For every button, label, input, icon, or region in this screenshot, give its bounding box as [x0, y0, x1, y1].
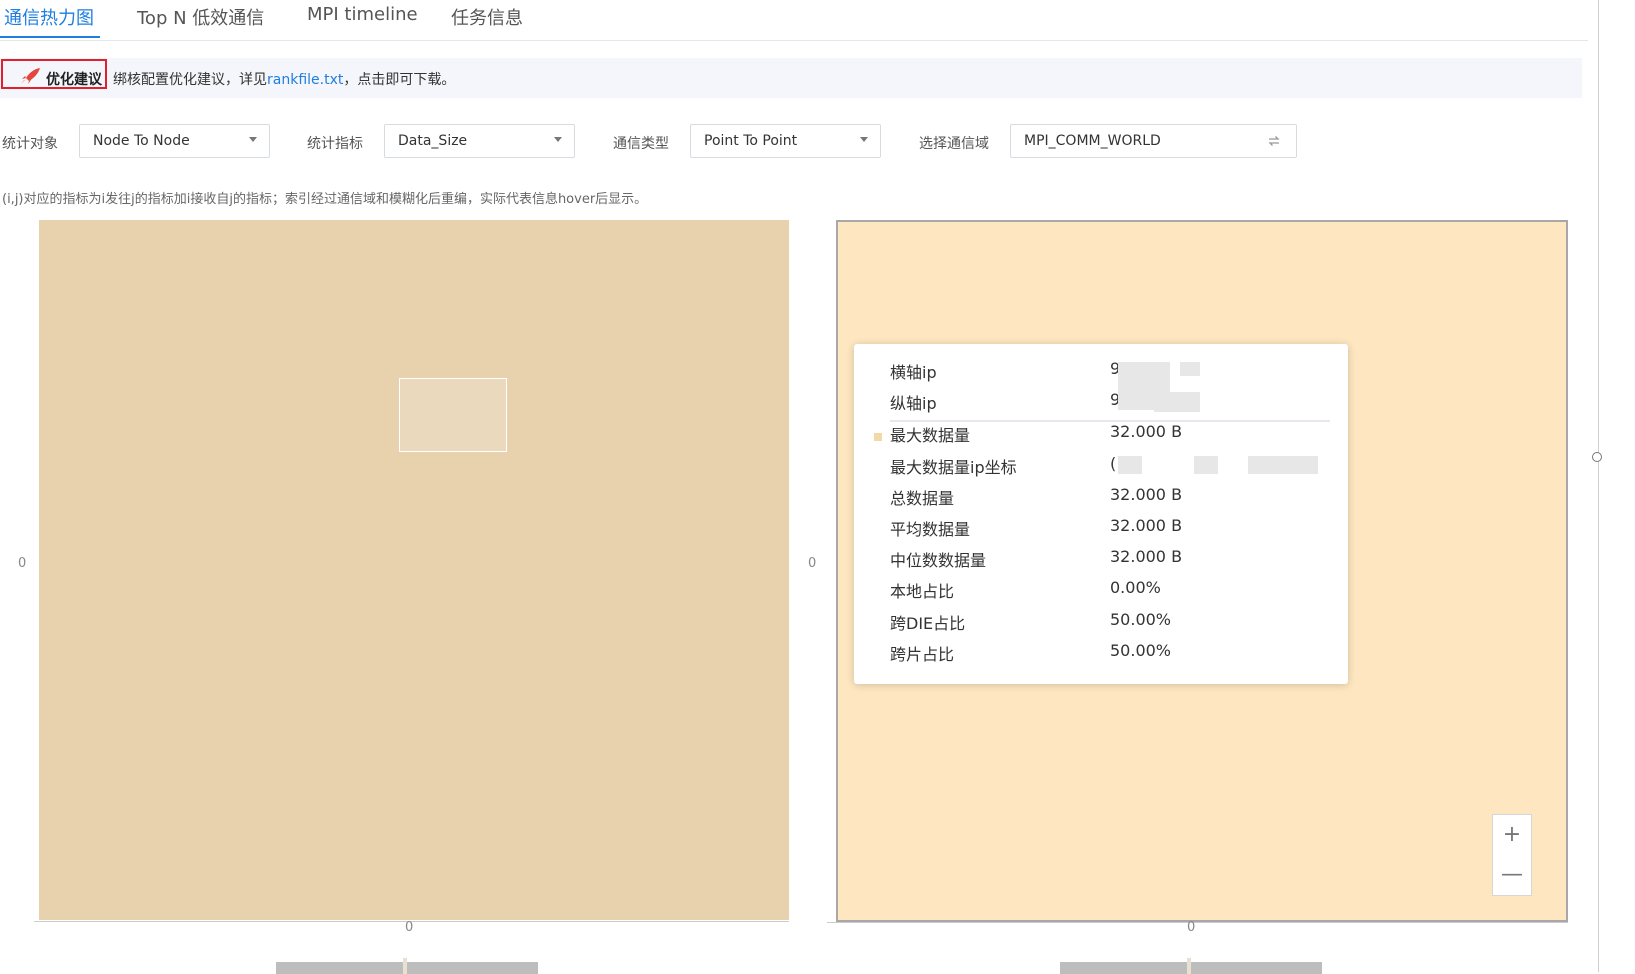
rankfile-download-link[interactable]: rankfile.txt: [267, 72, 343, 88]
object-label: 统计对象: [2, 136, 58, 152]
redacted-ip-blur: [1118, 456, 1142, 474]
advice-text: 绑核配置优化建议，详见rankfile.txt，点击即可下载。: [113, 69, 455, 89]
left-heatmap[interactable]: [39, 220, 789, 920]
redacted-ip-blur: [1180, 362, 1200, 376]
tab-heatmap[interactable]: 通信热力图: [4, 4, 94, 30]
right-y-tick: 0: [808, 556, 817, 571]
right-range-slider[interactable]: [1060, 962, 1322, 974]
zoom-in-button[interactable]: +: [1493, 815, 1531, 855]
tab-top-n[interactable]: Top N 低效通信: [137, 4, 264, 30]
object-select[interactable]: Node To Node: [79, 124, 270, 158]
advice-text-before: 绑核配置优化建议，详见: [113, 72, 267, 88]
splitter-handle[interactable]: [1592, 452, 1602, 462]
refresh-icon[interactable]: [1266, 133, 1282, 149]
zoom-out-button[interactable]: —: [1493, 855, 1531, 895]
tooltip-row-label: 跨片占比: [890, 645, 955, 664]
right-x-tick: 0: [1187, 920, 1196, 935]
active-tab-indicator: [0, 36, 100, 38]
tab-bar: 通信热力图 Top N 低效通信 MPI timeline 任务信息: [0, 0, 1588, 41]
tooltip-row-value: 32.000 B: [1110, 422, 1183, 441]
advice-text-after: ，点击即可下载。: [343, 72, 456, 88]
tooltip-row-value: 50.00%: [1110, 641, 1172, 660]
tooltip-row-value: 32.000 B: [1110, 516, 1183, 535]
tooltip-row-label: 最大数据量: [890, 426, 971, 445]
panel-splitter[interactable]: [1598, 0, 1599, 972]
metric-select[interactable]: Data_Size: [384, 124, 575, 158]
series-marker: [874, 433, 882, 441]
rocket-icon: [21, 68, 40, 84]
metric-select-value: Data_Size: [398, 133, 468, 149]
tooltip-row-value: 0.00%: [1110, 578, 1161, 597]
heatmap-cell-hovered[interactable]: [399, 378, 507, 452]
type-select[interactable]: Point To Point: [690, 124, 881, 158]
tooltip-row-label: 中位数数据量: [890, 551, 987, 570]
tooltip-row-value: 50.00%: [1110, 610, 1172, 629]
tooltip-row-label: 本地占比: [890, 582, 955, 601]
tooltip-row-label: 总数据量: [890, 489, 955, 508]
tooltip-y-ip-label: 纵轴ip: [890, 394, 937, 413]
metric-label: 统计指标: [307, 136, 363, 152]
tooltip-row-label: 平均数据量: [890, 520, 971, 539]
domain-select[interactable]: MPI_COMM_WORLD: [1010, 124, 1297, 158]
domain-label: 选择通信域: [919, 136, 989, 152]
tooltip-row-label: 最大数据量ip坐标: [890, 458, 1017, 477]
heatmap-tooltip: 横轴ip 9 纵轴ip 9 最大数据量 32.000 B 最大数据量ip坐标 (…: [854, 344, 1348, 684]
type-label: 通信类型: [613, 136, 669, 152]
chevron-down-icon: [249, 137, 257, 142]
chevron-down-icon: [554, 137, 562, 142]
tooltip-x-ip-label: 横轴ip: [890, 363, 937, 382]
domain-select-value: MPI_COMM_WORLD: [1024, 133, 1161, 149]
left-range-slider[interactable]: [276, 962, 538, 974]
type-select-value: Point To Point: [704, 133, 798, 149]
chevron-down-icon: [860, 137, 868, 142]
left-y-tick: 0: [18, 556, 27, 571]
object-select-value: Node To Node: [93, 133, 190, 149]
tooltip-row-label: 跨DIE占比: [890, 614, 966, 633]
left-x-tick: 0: [405, 920, 414, 935]
right-x-axis: [827, 922, 1568, 923]
redacted-ip-blur: [1194, 456, 1218, 474]
tab-task-info[interactable]: 任务信息: [451, 4, 523, 30]
advice-badge-label: 优化建议: [46, 72, 102, 88]
heatmap-hint: (i,j)对应的指标为i发往j的指标加i接收自j的指标；索引经过通信域和模糊化后…: [2, 192, 648, 207]
zoom-controls: + —: [1492, 814, 1532, 896]
tab-mpi-timeline[interactable]: MPI timeline: [307, 4, 418, 25]
tooltip-row-value: 32.000 B: [1110, 485, 1183, 504]
redacted-ip-blur: [1248, 456, 1318, 474]
redacted-ip-blur: [1154, 392, 1200, 412]
tooltip-row-value: 32.000 B: [1110, 547, 1183, 566]
